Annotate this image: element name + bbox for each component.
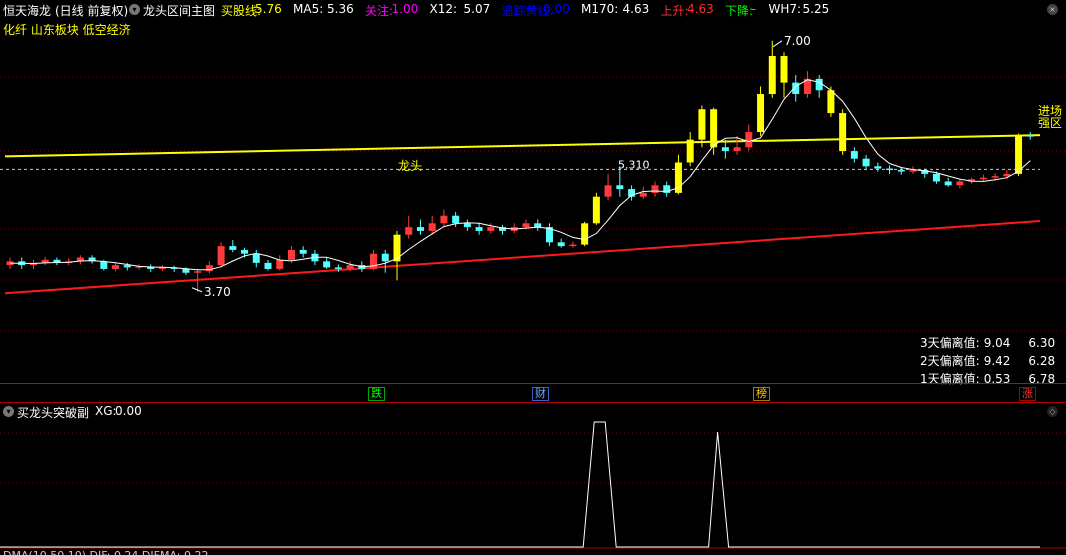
candle-body xyxy=(686,139,694,163)
candle-body xyxy=(1015,135,1023,174)
dragon-head-label: 龙头 xyxy=(398,159,422,173)
candle-body xyxy=(252,253,260,263)
candle-body xyxy=(416,227,424,231)
candle-body xyxy=(991,176,999,178)
signal-tag-finance[interactable]: 财 xyxy=(532,387,549,401)
candle-body xyxy=(534,223,542,228)
candle-body xyxy=(757,94,765,133)
red-trend-line xyxy=(4,220,1041,295)
candle-body xyxy=(370,253,378,269)
candle-body xyxy=(487,227,495,231)
candle-body xyxy=(194,271,202,273)
candle-body xyxy=(651,185,659,193)
sub-signal-chart[interactable] xyxy=(0,403,1066,553)
candle-body xyxy=(346,265,354,269)
candle-body xyxy=(452,215,460,224)
candle-body xyxy=(592,196,600,224)
leader-line xyxy=(191,287,203,293)
candle-body xyxy=(721,147,729,152)
candle-body xyxy=(440,215,448,224)
candle-body xyxy=(123,265,131,268)
candle-body xyxy=(710,109,718,148)
candle-body xyxy=(264,262,272,269)
candle-body xyxy=(182,268,190,273)
candle-body xyxy=(886,168,894,171)
candle-body xyxy=(827,90,835,114)
candle-body xyxy=(604,185,612,197)
signal-tag-list[interactable]: 榜 xyxy=(753,387,770,401)
candle-body xyxy=(112,265,120,269)
candle-body xyxy=(815,78,823,91)
deviation-panel: 3天偏离值: 9.04 6.30 2天偏离值: 9.42 6.28 1天偏离值: 0.53… xyxy=(920,334,1055,388)
candle-body xyxy=(475,227,483,231)
candle-body xyxy=(698,109,706,140)
signal-tag-rise[interactable]: 涨 xyxy=(1019,387,1036,401)
candle-body xyxy=(463,223,471,228)
candle-body xyxy=(323,261,331,268)
candle-body xyxy=(229,246,237,250)
timeline-separator xyxy=(0,383,1066,384)
candle-body xyxy=(839,113,847,152)
candle-body xyxy=(979,177,987,180)
candle-body xyxy=(616,185,624,190)
candle-body xyxy=(745,132,753,148)
candle-body xyxy=(932,173,940,182)
candle-body xyxy=(405,227,413,235)
deviation-row: 1天偏离值: 0.53 6.78 xyxy=(920,372,1056,386)
yellow-trend-line xyxy=(4,134,1041,158)
candle-body xyxy=(639,192,647,197)
candle-body xyxy=(287,249,295,260)
candle-body xyxy=(299,249,307,254)
candle-body xyxy=(241,249,249,254)
candle-body xyxy=(874,166,882,169)
low-price-label: 3.70 xyxy=(204,285,231,299)
deviation-row: 2天偏离值: 9.42 6.28 xyxy=(920,354,1056,368)
candle-body xyxy=(768,56,776,95)
candle-body xyxy=(862,158,870,167)
candle-body xyxy=(205,265,213,272)
candle-body xyxy=(944,181,952,186)
signal-tag-fall[interactable]: 跌 xyxy=(368,387,385,401)
candle-body xyxy=(581,223,589,245)
candle-body xyxy=(850,151,858,159)
signal-line xyxy=(0,421,1040,548)
leader-line xyxy=(772,40,783,48)
candle-body xyxy=(569,244,577,247)
candle-body xyxy=(557,242,565,247)
level-label: 5.310 xyxy=(618,158,650,171)
candle-body xyxy=(522,223,530,228)
candle-body xyxy=(381,253,389,262)
candle-body xyxy=(334,267,342,269)
candle-body xyxy=(956,181,964,186)
candle-body xyxy=(780,56,788,83)
candle-body xyxy=(733,147,741,152)
candle-body xyxy=(897,170,905,172)
candle-body xyxy=(276,259,284,269)
high-price-label: 7.00 xyxy=(784,34,811,48)
main-kline-chart[interactable]: 7.003.705.310龙头进场强区 xyxy=(0,0,1066,384)
ma-line xyxy=(10,79,1031,271)
candle-body xyxy=(100,261,108,269)
bottom-indicator-line: DMA(10,50,10) DIF: 0.24 DIFMA: 0.22 xyxy=(3,549,209,555)
candle-body xyxy=(393,234,401,262)
deviation-row: 3天偏离值: 9.04 6.30 xyxy=(920,336,1056,350)
candle-body xyxy=(428,223,436,231)
candle-body xyxy=(217,246,225,266)
candle-body xyxy=(1026,135,1034,137)
strong-zone-label: 强区 xyxy=(1038,116,1062,130)
